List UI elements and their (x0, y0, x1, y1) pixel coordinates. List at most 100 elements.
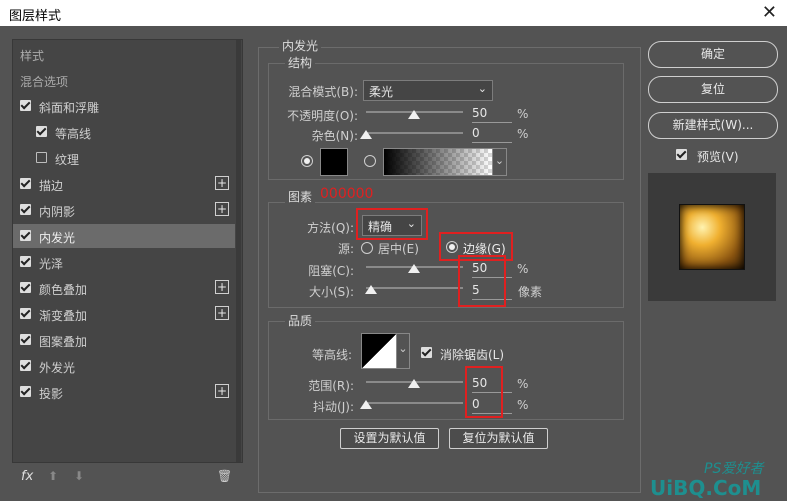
noise-slider-thumb[interactable] (360, 130, 372, 139)
solid-color-radio[interactable] (301, 155, 313, 167)
gradient-swatch[interactable] (383, 148, 493, 176)
style-list-scrollbar[interactable] (236, 40, 241, 462)
reset-default-button[interactable]: 复位为默认值 (449, 428, 548, 449)
add-effect-plus-icon[interactable]: + (215, 202, 229, 216)
style-item-label: 纹理 (55, 153, 80, 167)
style-item-checkbox[interactable] (20, 334, 31, 345)
style-item-checkbox[interactable] (20, 256, 31, 267)
range-slider-thumb[interactable] (408, 379, 420, 388)
style-item-contour[interactable]: 等高线 (13, 120, 235, 144)
size-label: 大小(S): (308, 285, 354, 299)
style-list-panel: 样式 混合选项 斜面和浮雕 等高线 纹理 描边 + 内阴影 + 内发光 光泽 颜色叠加 + 渐变叠加 + 图案… (12, 39, 243, 463)
jitter-slider[interactable] (366, 402, 463, 404)
close-icon[interactable]: ✕ (762, 2, 777, 23)
range-percent: % (517, 377, 529, 391)
style-item-outer-glow[interactable]: 外发光 (13, 354, 235, 378)
blend-mode-dropdown[interactable]: 柔光 ⌄ (363, 80, 493, 101)
style-item-blending-options[interactable]: 混合选项 (13, 68, 235, 92)
style-item-checkbox[interactable] (20, 100, 31, 111)
style-item-bevel-emboss[interactable]: 斜面和浮雕 (13, 94, 235, 118)
style-item-color-overlay[interactable]: 颜色叠加 + (13, 276, 235, 300)
add-effect-plus-icon[interactable]: + (215, 176, 229, 190)
choke-percent: % (517, 262, 529, 276)
jitter-label: 抖动(J): (313, 400, 354, 414)
style-item-label: 投影 (39, 387, 64, 401)
style-item-texture[interactable]: 纹理 (13, 146, 235, 170)
opacity-label: 不透明度(O): (287, 109, 358, 123)
jitter-percent: % (517, 398, 529, 412)
new-style-button[interactable]: 新建样式(W)... (648, 112, 778, 139)
style-item-checkbox[interactable] (20, 386, 31, 397)
style-item-label: 等高线 (55, 127, 92, 141)
noise-slider[interactable] (366, 132, 463, 134)
style-item-checkbox[interactable] (20, 360, 31, 371)
style-item-label: 渐变叠加 (39, 309, 88, 323)
antialias-label: 消除锯齿(L) (440, 348, 505, 362)
ok-button[interactable]: 确定 (648, 41, 778, 68)
add-effect-plus-icon[interactable]: + (215, 306, 229, 320)
style-item-label: 颜色叠加 (39, 283, 88, 297)
style-item-label: 混合选项 (20, 75, 69, 89)
watermark-brand: PS爱好者 (704, 461, 764, 477)
style-item-style[interactable]: 样式 (13, 42, 235, 66)
style-item-label: 内发光 (39, 231, 76, 245)
color-code-annotation: 000000 (320, 186, 374, 202)
style-item-satin[interactable]: 光泽 (13, 250, 235, 274)
jitter-slider-thumb[interactable] (360, 400, 372, 409)
contour-label: 等高线: (311, 348, 352, 362)
watermark-site: UiBQ.CoM (650, 476, 762, 500)
elements-title: 图素 (285, 188, 316, 205)
preview-swatch (679, 204, 745, 270)
size-slider[interactable] (366, 287, 463, 289)
size-unit: 像素 (518, 285, 543, 299)
opacity-slider-thumb[interactable] (408, 110, 420, 119)
style-item-checkbox[interactable] (36, 152, 47, 163)
gradient-radio[interactable] (364, 155, 376, 167)
range-jitter-highlight-box (465, 366, 503, 418)
style-item-gradient-overlay[interactable]: 渐变叠加 + (13, 302, 235, 326)
opacity-input[interactable]: 50 (472, 106, 512, 123)
antialias-checkbox[interactable] (421, 347, 432, 358)
reset-button[interactable]: 复位 (648, 76, 778, 103)
style-preview (648, 173, 776, 301)
add-effect-plus-icon[interactable]: + (215, 384, 229, 398)
move-up-icon[interactable]: ⬆ (48, 469, 58, 483)
source-label: 源: (337, 242, 354, 256)
style-item-pattern-overlay[interactable]: 图案叠加 (13, 328, 235, 352)
move-down-icon[interactable]: ⬇ (74, 469, 84, 483)
structure-title: 结构 (285, 54, 316, 71)
preview-label: 预览(V) (697, 150, 739, 164)
preview-checkbox[interactable] (676, 149, 687, 160)
noise-percent: % (517, 127, 529, 141)
quality-title: 品质 (285, 312, 316, 329)
style-item-checkbox[interactable] (20, 282, 31, 293)
style-item-checkbox[interactable] (20, 230, 31, 241)
trash-icon[interactable]: 🗑 (217, 469, 232, 483)
style-item-label: 样式 (20, 49, 45, 63)
style-item-inner-glow[interactable]: 内发光 (13, 224, 235, 248)
choke-slider-thumb[interactable] (408, 264, 420, 273)
add-effect-plus-icon[interactable]: + (215, 280, 229, 294)
set-default-button[interactable]: 设置为默认值 (340, 428, 439, 449)
size-slider-thumb[interactable] (365, 285, 377, 294)
style-item-inner-shadow[interactable]: 内阴影 + (13, 198, 235, 222)
style-item-checkbox[interactable] (20, 178, 31, 189)
opacity-percent: % (517, 107, 529, 121)
style-item-label: 描边 (39, 179, 64, 193)
technique-highlight-box (356, 208, 428, 240)
style-item-stroke[interactable]: 描边 + (13, 172, 235, 196)
style-item-drop-shadow[interactable]: 投影 + (13, 380, 235, 404)
style-item-checkbox[interactable] (20, 308, 31, 319)
gradient-dropdown-chevron-icon[interactable]: ⌄ (492, 148, 507, 176)
style-item-checkbox[interactable] (20, 204, 31, 215)
blend-mode-value: 柔光 (369, 85, 394, 99)
style-item-checkbox[interactable] (36, 126, 47, 137)
choke-size-highlight-box (458, 255, 506, 307)
choke-label: 阻塞(C): (308, 264, 354, 278)
noise-input[interactable]: 0 (472, 126, 512, 143)
glow-color-swatch[interactable] (320, 148, 348, 176)
contour-preview[interactable] (361, 333, 397, 369)
source-center-radio[interactable] (361, 242, 373, 254)
fx-menu-button[interactable]: fx (21, 469, 33, 484)
contour-dropdown-chevron-icon[interactable]: ⌄ (396, 333, 410, 369)
